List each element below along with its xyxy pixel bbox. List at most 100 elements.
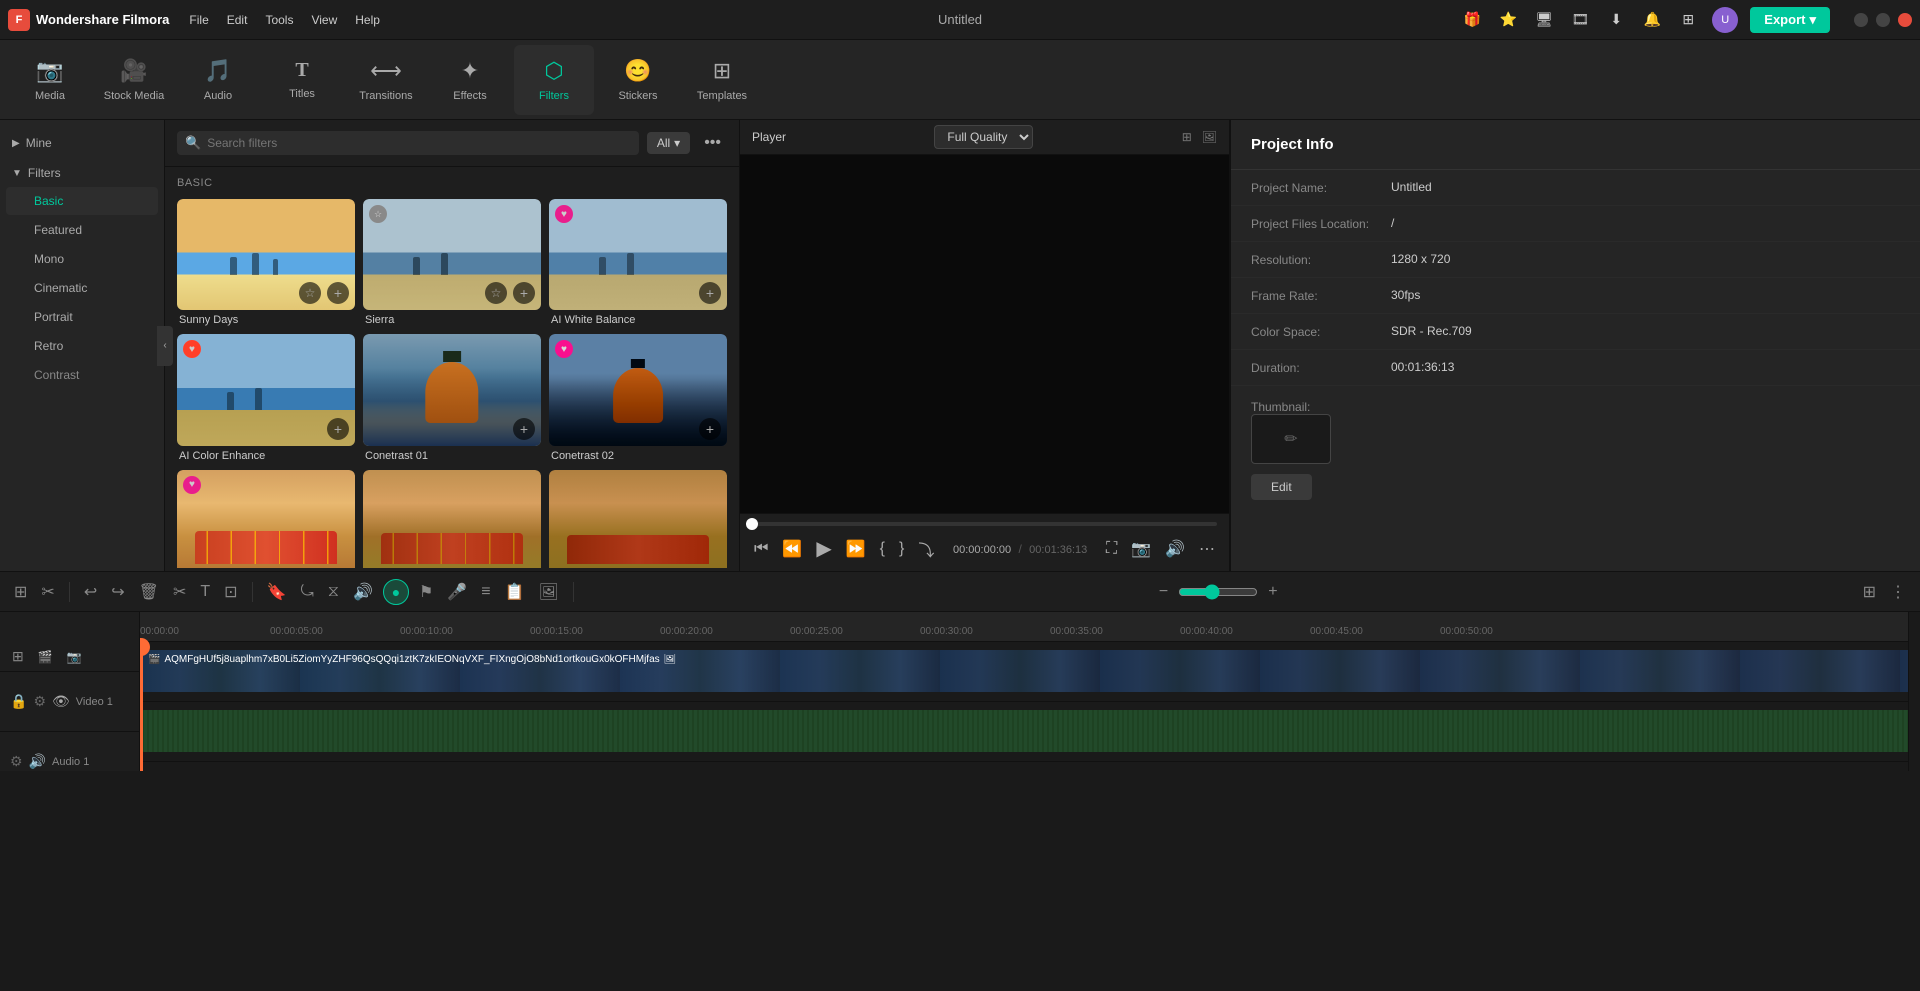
close-button[interactable] <box>1898 13 1912 27</box>
menu-view[interactable]: View <box>311 13 337 27</box>
voice-button[interactable]: 🎤 <box>443 578 471 606</box>
sidebar-mine-header[interactable]: ▶ Mine <box>0 130 164 156</box>
filter-card-9[interactable] <box>549 470 727 569</box>
ai-color-enhance-add-button[interactable]: + <box>327 418 349 440</box>
download-icon[interactable]: ⬇ <box>1604 8 1628 32</box>
export-dropdown-icon[interactable]: ▾ <box>1809 12 1816 28</box>
marker-button[interactable]: ⚑ <box>415 578 437 606</box>
maximize-button[interactable] <box>1876 13 1890 27</box>
sidebar-collapse-button[interactable]: ‹ <box>157 326 173 366</box>
cut-button[interactable]: ✂ <box>169 578 190 606</box>
text-button[interactable]: T <box>196 579 214 605</box>
thumbnail-box[interactable]: ✏ <box>1251 414 1331 464</box>
frame-back-button[interactable]: ⏪ <box>780 537 804 561</box>
filter-card-ai-white-balance[interactable]: ♥ + AI White Balance <box>549 199 727 326</box>
thumbnail-edit-button[interactable]: Edit <box>1251 474 1312 500</box>
filter-card-ai-color-enhance[interactable]: ♥ + AI Color Enhance <box>177 334 355 461</box>
center-play-button[interactable]: ● <box>383 579 409 605</box>
nav-effects[interactable]: ✦ Effects <box>430 45 510 115</box>
player-grid-icon[interactable]: ⊞ <box>1182 130 1192 144</box>
play-button[interactable]: ▶ <box>814 534 833 563</box>
audio1-track[interactable] <box>140 702 1908 762</box>
menu-tools[interactable]: Tools <box>265 13 293 27</box>
nav-titles[interactable]: T Titles <box>262 45 342 115</box>
crop-button[interactable]: ✂ <box>37 578 58 606</box>
more-timeline-button[interactable]: ⋮ <box>1886 578 1910 606</box>
vertical-scrollbar[interactable] <box>1908 612 1920 771</box>
mark-in-button[interactable]: { <box>878 538 887 560</box>
nav-filters[interactable]: ⬡ Filters <box>514 45 594 115</box>
film-icon[interactable]: 🎞 <box>1568 8 1592 32</box>
nav-transitions[interactable]: ⟷ Transitions <box>346 45 426 115</box>
screenshot-button[interactable]: 📷 <box>1129 537 1153 561</box>
gift-icon[interactable]: 🎁 <box>1460 8 1484 32</box>
zoom-out-button[interactable]: − <box>1155 579 1172 605</box>
menu-file[interactable]: File <box>189 13 208 27</box>
all-filter-button[interactable]: All ▾ <box>647 132 690 154</box>
user-avatar[interactable]: U <box>1712 7 1738 33</box>
nav-stock-media[interactable]: 🎥 Stock Media <box>94 45 174 115</box>
split-button[interactable]: ⊞ <box>10 578 31 606</box>
bookmark-button[interactable]: 🔖 <box>263 578 291 606</box>
filter-card-conetrast-01[interactable]: + Conetrast 01 <box>363 334 541 461</box>
zoom-in-button[interactable]: + <box>1264 579 1281 605</box>
video1-settings-icon[interactable]: ⚙ <box>33 693 46 710</box>
skip-button[interactable]: ⤵ <box>916 535 936 563</box>
menu-edit[interactable]: Edit <box>227 13 248 27</box>
track-settings-button[interactable]: 🎬 <box>34 646 57 668</box>
frame-forward-button[interactable]: ⏩ <box>844 537 868 561</box>
add-track-button[interactable]: ⊞ <box>8 644 28 669</box>
undo-button[interactable]: ↩ <box>80 578 101 606</box>
minimize-button[interactable] <box>1854 13 1868 27</box>
timeline-settings-button[interactable]: ⊞ <box>1859 578 1880 606</box>
volume-button[interactable]: 🔊 <box>1163 537 1187 561</box>
sidebar-item-contrast[interactable]: Contrast <box>6 361 158 389</box>
quality-select[interactable]: Full Quality 1/2 Quality 1/4 Quality <box>934 125 1033 149</box>
filter-card-sierra[interactable]: ☆ + ☆ Sierra <box>363 199 541 326</box>
sidebar-item-mono[interactable]: Mono <box>6 245 158 273</box>
subtitle-button[interactable]: ≡ <box>477 579 494 605</box>
conetrast-02-add-button[interactable]: + <box>699 418 721 440</box>
more-controls-button[interactable]: ⋯ <box>1197 537 1217 561</box>
menu-help[interactable]: Help <box>355 13 380 27</box>
search-input[interactable] <box>207 136 631 150</box>
sidebar-item-featured[interactable]: Featured <box>6 216 158 244</box>
grid-icon[interactable]: ⊞ <box>1676 8 1700 32</box>
conetrast-01-add-button[interactable]: + <box>513 418 535 440</box>
audio1-settings-icon[interactable]: ⚙ <box>10 753 23 770</box>
video1-track[interactable]: 🎬 AQMFgHUf5j8uaplhm7xB0Li5ZiomYyZHF96QsQ… <box>140 642 1908 702</box>
filter-card-8[interactable] <box>363 470 541 569</box>
video1-eye-icon[interactable]: 👁 <box>52 693 70 710</box>
go-start-button[interactable]: ⏮ <box>752 538 770 560</box>
sidebar-item-retro[interactable]: Retro <box>6 332 158 360</box>
zoom-slider[interactable] <box>1178 584 1258 600</box>
filter-card-sunny-days[interactable]: + ☆ Sunny Days <box>177 199 355 326</box>
video-clip[interactable]: 🎬 AQMFgHUf5j8uaplhm7xB0Li5ZiomYyZHF96QsQ… <box>140 650 1908 692</box>
audio-button[interactable]: 🔊 <box>349 578 377 606</box>
nav-media[interactable]: 📷 Media <box>10 45 90 115</box>
delete-button[interactable]: 🗑 <box>135 578 163 606</box>
redo-button[interactable]: ↪ <box>107 578 128 606</box>
speed-button[interactable]: ⧖ <box>324 579 343 605</box>
crop2-button[interactable]: ⊡ <box>220 578 241 606</box>
star-icon[interactable]: ⭐ <box>1496 8 1520 32</box>
more-options-button[interactable]: ••• <box>698 130 727 156</box>
video1-lock-icon[interactable]: 🔒 <box>10 693 27 710</box>
ripple-button[interactable]: ⤿ <box>296 579 317 605</box>
notification-icon[interactable]: 🔔 <box>1640 8 1664 32</box>
sidebar-item-portrait[interactable]: Portrait <box>6 303 158 331</box>
audio-clip[interactable] <box>140 710 1908 752</box>
export-button[interactable]: Export ▾ <box>1750 7 1830 33</box>
clip-info-button[interactable]: 📋 <box>501 578 529 606</box>
track-options-button[interactable]: 📷 <box>63 646 86 668</box>
timeline-handle[interactable] <box>746 518 758 530</box>
nav-templates[interactable]: ⊞ Templates <box>682 45 762 115</box>
sidebar-filters-header[interactable]: ▼ Filters <box>0 160 164 186</box>
monitor-icon[interactable]: 🖥 <box>1532 8 1556 32</box>
player-timeline-bar[interactable] <box>752 522 1217 526</box>
sidebar-item-basic[interactable]: Basic <box>6 187 158 215</box>
filter-card-7[interactable]: ♥ <box>177 470 355 569</box>
fullscreen-button[interactable]: ⛶ <box>1104 538 1119 560</box>
mark-out-button[interactable]: } <box>897 538 906 560</box>
audio1-mute-icon[interactable]: 🔊 <box>29 753 46 770</box>
